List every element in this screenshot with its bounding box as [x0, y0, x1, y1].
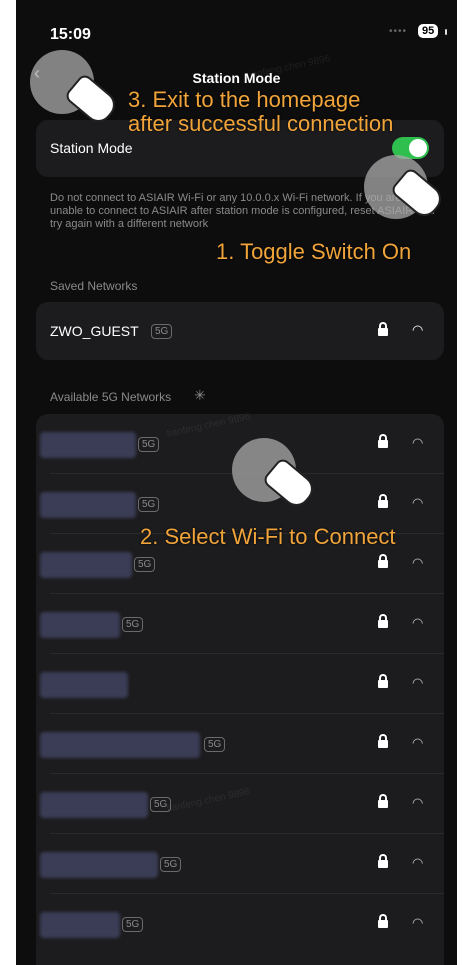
band-badge: 5G [122, 617, 144, 632]
band-badge: 5G [204, 737, 226, 752]
lock-icon [378, 674, 388, 688]
blurred-network-name [40, 432, 136, 458]
blurred-network-name [40, 612, 120, 638]
battery-badge: 95 [418, 24, 439, 38]
wifi-icon: ◠ [412, 855, 424, 870]
wifi-icon: ◠ [412, 615, 424, 630]
annotation-step-2: 2. Select Wi-Fi to Connect [140, 524, 396, 549]
signal-dots-icon: •••• [389, 26, 408, 37]
band-badge: 5G [151, 324, 173, 339]
lock-icon [378, 794, 388, 808]
lock-icon [378, 614, 388, 628]
band-badge: 5G [138, 497, 160, 512]
blurred-network-name [40, 852, 158, 878]
available-network-row[interactable]: 5G ◠ [36, 834, 444, 894]
annotation-step-3-line-1: 3. Exit to the homepage [128, 87, 361, 112]
available-network-row[interactable]: 5G ◠ [36, 894, 444, 954]
lock-icon [378, 854, 388, 868]
lock-icon [378, 914, 388, 928]
network-name: ZWO_GUEST [50, 323, 139, 339]
wifi-icon: ◠ [412, 735, 424, 750]
wifi-icon: ◠ [412, 322, 424, 337]
wifi-icon: ◠ [412, 435, 424, 450]
saved-networks-title: Saved Networks [50, 279, 138, 293]
blurred-network-name [40, 792, 148, 818]
band-badge: 5G [122, 917, 144, 932]
blurred-network-name [40, 912, 120, 938]
blurred-network-name [40, 492, 136, 518]
wifi-icon: ◠ [412, 495, 424, 510]
available-network-row[interactable]: 5G ◠ [36, 774, 444, 834]
blurred-network-name [40, 552, 132, 578]
toggle-knob [409, 139, 427, 157]
available-network-row[interactable]: 5G ◠ [36, 714, 444, 774]
status-time: 15:09 [50, 26, 91, 43]
annotation-step-3: 3. Exit to the homepage after successful… [128, 88, 393, 136]
available-networks-title: Available 5G Networks [50, 390, 172, 404]
loading-spinner-icon: ✳ [194, 387, 206, 403]
phone-screen: 15:09 •••• 95 ‹ Station Mode Station Mod… [16, 0, 457, 965]
lock-icon [378, 322, 388, 336]
blurred-network-name [40, 672, 128, 698]
wifi-icon: ◠ [412, 795, 424, 810]
band-badge: 5G [138, 437, 160, 452]
blurred-network-name [40, 732, 200, 758]
available-network-row[interactable]: 5G ◠ [36, 594, 444, 654]
battery-nub [445, 29, 447, 35]
band-badge: 5G [134, 557, 156, 572]
lock-icon [378, 554, 388, 568]
lock-icon [378, 494, 388, 508]
wifi-icon: ◠ [412, 675, 424, 690]
band-badge: 5G [160, 857, 182, 872]
annotation-step-1: 1. Toggle Switch On [216, 239, 412, 264]
wifi-icon: ◠ [412, 555, 424, 570]
wifi-icon: ◠ [412, 915, 424, 930]
annotation-step-3-line-2: after successful connection [128, 111, 394, 136]
lock-icon [378, 734, 388, 748]
station-mode-label: Station Mode [50, 140, 133, 156]
available-networks-list: 5G ◠ 5G ◠ 5G ◠ 5G ◠ ◠ 5G ◠ 5G ◠ 5G ◠ 5G … [36, 414, 444, 965]
saved-network-row[interactable]: ZWO_GUEST 5G ◠ [36, 302, 444, 360]
lock-icon [378, 434, 388, 448]
available-network-row[interactable]: ◠ [36, 654, 444, 714]
